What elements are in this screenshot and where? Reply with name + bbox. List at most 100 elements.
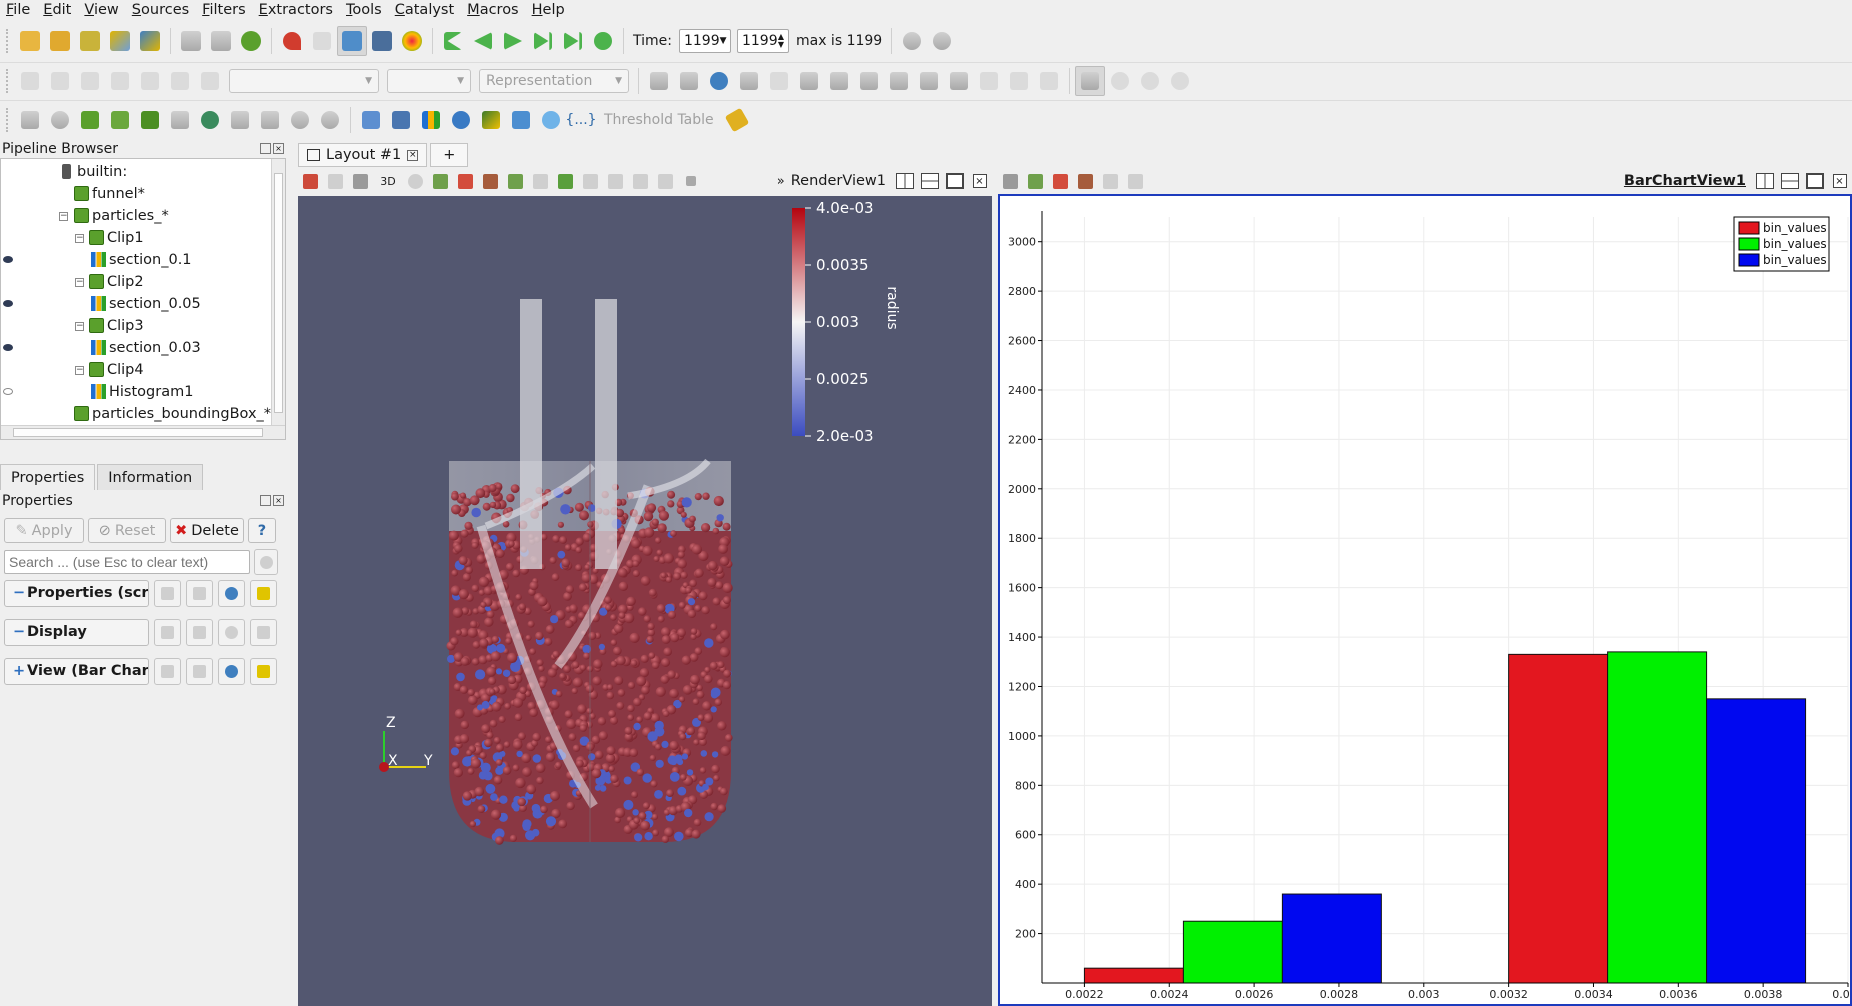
select-frustum-button[interactable] [478, 169, 503, 193]
screenshot-button[interactable] [348, 169, 373, 193]
select-block-button[interactable] [528, 169, 553, 193]
view-minus-y-button[interactable] [884, 66, 914, 96]
pipeline-item[interactable]: particles_boundingBox_* [1, 403, 271, 425]
section-view[interactable]: + View (Bar Char [4, 658, 149, 685]
section-display[interactable]: − Display [4, 619, 149, 646]
eye-icon[interactable] [3, 344, 13, 351]
interaction-mode-button[interactable] [1075, 65, 1105, 96]
rescale-visible-button[interactable] [165, 66, 195, 96]
collapse-icon[interactable]: − [75, 278, 84, 287]
save-data-button[interactable] [75, 26, 105, 56]
copy-view-button[interactable] [154, 658, 181, 685]
eye-icon[interactable] [3, 256, 13, 263]
warp-by-vector-button[interactable] [255, 105, 285, 135]
select-points-button[interactable] [453, 169, 478, 193]
play-button[interactable] [498, 26, 528, 56]
advanced-settings-button[interactable] [254, 549, 278, 575]
slice-button[interactable] [105, 105, 135, 135]
menu-catalyst[interactable]: Catalyst [389, 0, 461, 20]
representation-combo[interactable]: Representation ▼ [479, 68, 629, 93]
view-plus-x-button[interactable] [794, 66, 824, 96]
toggle-visibility-button[interactable] [15, 66, 45, 96]
rescale-temporal-button[interactable] [135, 66, 165, 96]
eye-closed-icon[interactable] [3, 388, 13, 395]
vertical-scrollbar[interactable] [271, 159, 285, 427]
toolbar-grip[interactable] [6, 68, 9, 93]
first-frame-button[interactable] [438, 26, 468, 56]
timestep-spinbox[interactable]: 1199 ▲ ▼ [736, 29, 789, 53]
find-data-button[interactable] [897, 26, 927, 56]
zoom-to-data-button[interactable] [927, 26, 957, 56]
edit-selection-button[interactable] [678, 169, 703, 193]
open-file-button[interactable] [15, 26, 45, 56]
pipeline-item[interactable]: section_0.1 [1, 249, 271, 271]
reset-rotation-button[interactable] [1034, 66, 1064, 96]
pipeline-browser[interactable]: builtin: funnel* − particles_* − Clip1 section… [0, 158, 286, 440]
collapse-icon[interactable]: − [75, 322, 84, 331]
pipeline-item[interactable]: builtin: [1, 161, 271, 183]
menu-macros[interactable]: Macros [461, 0, 525, 20]
reset-camera-button[interactable] [644, 66, 674, 96]
toolbar-grip[interactable] [6, 107, 9, 132]
group-datasets-button[interactable] [285, 105, 315, 135]
plot-over-line-button[interactable] [356, 105, 386, 135]
save-display-defaults-button[interactable] [250, 619, 277, 646]
interact-mode-button[interactable] [337, 26, 367, 56]
help-button[interactable]: ? [248, 518, 276, 543]
menu-tools[interactable]: Tools [340, 0, 389, 20]
copy-properties-button[interactable] [154, 580, 181, 607]
reset-button[interactable]: ⊘ Reset [88, 518, 166, 543]
close-icon[interactable]: × [273, 495, 284, 506]
render-view[interactable]: 4.0e-03 0.0035 0.003 0.0025 2.0e-03 radius Z… [298, 196, 992, 1006]
save-view-defaults-button[interactable] [250, 658, 277, 685]
scrollbar-thumb[interactable] [13, 428, 263, 437]
pipeline-item[interactable]: − Clip3 [1, 315, 271, 337]
time-value-combo[interactable]: 1199 ▼ [678, 29, 731, 53]
shrink-selection-button[interactable] [628, 169, 653, 193]
split-vertical-button[interactable] [917, 169, 942, 193]
close-icon[interactable]: × [407, 149, 419, 161]
view-plus-z-button[interactable] [914, 66, 944, 96]
restore-defaults-button[interactable] [218, 580, 245, 607]
auto-apply-button[interactable] [236, 26, 266, 56]
glyph-button[interactable] [195, 105, 225, 135]
undock-icon[interactable] [260, 495, 271, 506]
edit-color-map-button[interactable] [45, 66, 75, 96]
zoom-closest-button[interactable] [764, 66, 794, 96]
rescale-over-time-button[interactable] [195, 66, 225, 96]
restore-display-defaults-button[interactable] [218, 619, 245, 646]
properties-search-input[interactable] [4, 550, 250, 574]
chart-clear-selection-button[interactable] [1123, 169, 1148, 193]
ruler-button[interactable] [722, 105, 752, 135]
show-center-button[interactable] [704, 66, 734, 96]
threshold-button[interactable] [135, 105, 165, 135]
chart-deselect-button[interactable] [1048, 169, 1073, 193]
pipeline-item[interactable]: − Clip4 [1, 359, 271, 381]
paste-display-button[interactable] [186, 619, 213, 646]
view-plus-y-button[interactable] [854, 66, 884, 96]
delete-button[interactable]: ✖ Delete [170, 518, 244, 543]
toolbar-grip[interactable] [6, 29, 9, 53]
histogram-button[interactable] [416, 105, 446, 135]
chart-close-view-button[interactable]: × [1827, 169, 1852, 193]
rotate-cw-button[interactable] [1165, 66, 1195, 96]
scrollbar-thumb[interactable] [274, 173, 283, 413]
last-frame-button[interactable] [558, 26, 588, 56]
pipeline-item[interactable]: section_0.03 [1, 337, 271, 359]
collapse-icon[interactable]: − [75, 366, 84, 375]
close-icon[interactable]: × [273, 143, 284, 154]
pipeline-item[interactable]: funnel* [1, 183, 271, 205]
menu-help[interactable]: Help [526, 0, 572, 20]
tab-layout-1[interactable]: Layout #1 × [298, 143, 428, 167]
rotate-minus-90-button[interactable] [1004, 66, 1034, 96]
undock-icon[interactable] [260, 143, 271, 154]
split-horizontal-button[interactable] [892, 169, 917, 193]
menu-file[interactable]: File [0, 0, 37, 20]
toggle-3d-button[interactable]: 3D [373, 169, 403, 193]
plot-selection-button[interactable] [386, 105, 416, 135]
rotate-plus-90-button[interactable] [974, 66, 1004, 96]
python-calculator-button[interactable] [476, 105, 506, 135]
loop-button[interactable] [588, 26, 618, 56]
contour-button[interactable] [45, 105, 75, 135]
camera-undo-button[interactable] [323, 169, 348, 193]
